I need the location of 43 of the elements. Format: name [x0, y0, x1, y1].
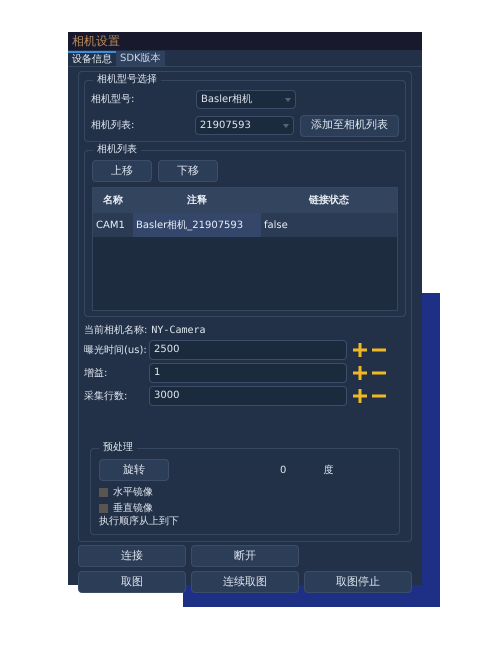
table-cell-text: CAM1: [95, 218, 126, 232]
window-title: 相机设置: [72, 33, 120, 50]
plus-icon[interactable]: [352, 342, 368, 358]
dropdown[interactable]: Basler相机: [196, 90, 296, 109]
column-header: 链接状态: [308, 194, 350, 208]
field-label: 增益:: [84, 366, 108, 380]
button[interactable]: 添加至相机列表: [300, 114, 399, 136]
plus-icon[interactable]: [352, 388, 368, 404]
button[interactable]: 断开: [191, 545, 299, 567]
angle-value: 0: [280, 464, 286, 478]
plus-icon[interactable]: [352, 365, 368, 381]
input-field[interactable]: 3000: [149, 386, 347, 406]
column-header: 注释: [186, 193, 208, 208]
angle-unit: 度: [323, 464, 334, 478]
caret-icon: [285, 98, 291, 102]
button[interactable]: 连接: [78, 545, 186, 567]
table-cell: Basler相机_21907593: [133, 213, 261, 237]
order-note: 执行顺序从上到下: [99, 515, 180, 529]
field-label: 曝光时间(us):: [84, 344, 148, 358]
checkbox-label: 水平镜像: [113, 486, 153, 500]
button[interactable]: 旋转: [99, 459, 169, 481]
checkbox[interactable]: [99, 488, 108, 496]
table-cell-text: false: [263, 218, 289, 232]
button[interactable]: 连续取图: [191, 571, 299, 593]
tab[interactable]: SDK版本: [116, 51, 165, 66]
checkbox-label: 垂直镜像: [113, 502, 153, 516]
tab[interactable]: 设备信息: [68, 51, 116, 66]
input-field[interactable]: 2500: [149, 340, 347, 360]
field-label: 当前相机名称:: [84, 324, 148, 338]
caret-icon: [283, 124, 289, 128]
button[interactable]: 取图: [78, 571, 186, 593]
dropdown[interactable]: 21907593: [194, 116, 294, 135]
field-label: 相机列表:: [91, 118, 136, 133]
table-row[interactable]: CAM1 Basler相机_21907593 false: [93, 213, 397, 237]
button[interactable]: 上移: [92, 160, 152, 182]
camera-name: NY-Camera: [151, 324, 206, 338]
field-label: 相机型号:: [91, 92, 136, 107]
column-header: 名称: [102, 194, 124, 208]
button[interactable]: 取图停止: [304, 571, 412, 593]
checkbox[interactable]: [99, 504, 108, 512]
button[interactable]: 下移: [158, 160, 218, 182]
input-field[interactable]: 1: [149, 363, 347, 383]
field-label: 采集行数:: [84, 390, 128, 404]
